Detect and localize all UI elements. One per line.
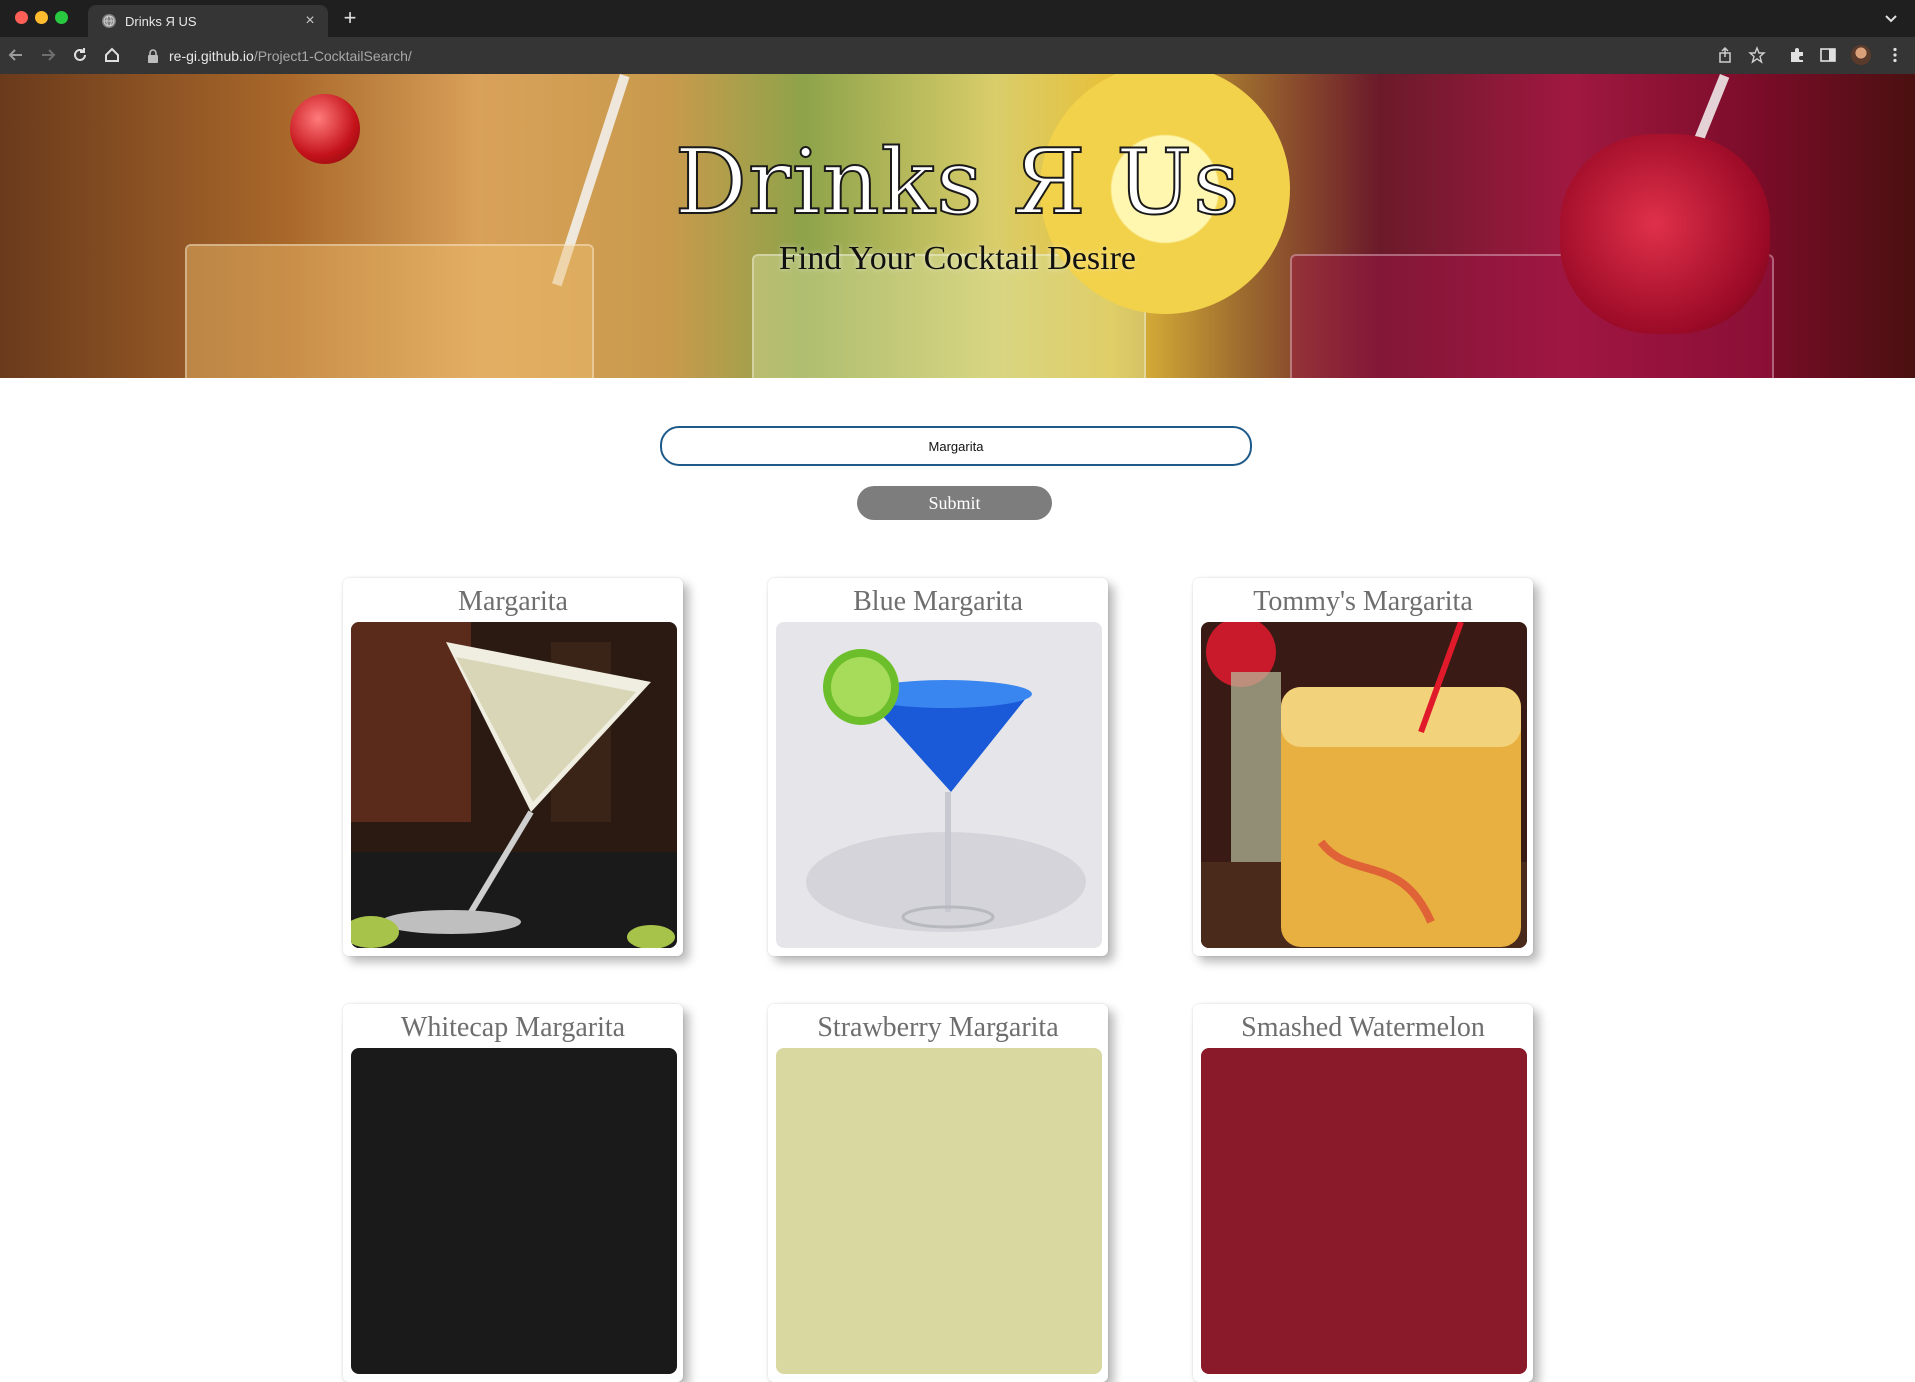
reload-icon[interactable] bbox=[70, 45, 90, 65]
address-bar[interactable]: re-gi.github.io/Project1-CocktailSearch/ bbox=[136, 40, 1915, 71]
extensions-puzzle-icon[interactable] bbox=[1788, 46, 1806, 64]
drink-photo[interactable] bbox=[1201, 622, 1527, 948]
drink-card[interactable]: Blue Margarita bbox=[768, 578, 1108, 956]
drink-card-title: Smashed Watermelon bbox=[1241, 1012, 1485, 1043]
drink-card-title: Whitecap Margarita bbox=[400, 1012, 626, 1043]
profile-avatar-icon[interactable] bbox=[1851, 45, 1871, 65]
drink-card[interactable]: Margarita bbox=[343, 578, 683, 956]
site-title: Drinks Я Us bbox=[674, 129, 1241, 236]
drink-photo[interactable] bbox=[351, 622, 677, 948]
globe-icon bbox=[102, 14, 116, 28]
browser-tab[interactable]: Drinks Я US × bbox=[88, 5, 328, 37]
drink-card-title: Tommy's Margarita bbox=[1253, 586, 1473, 617]
drink-card[interactable]: Whitecap Margarita bbox=[343, 1004, 683, 1382]
side-panel-icon[interactable] bbox=[1819, 46, 1837, 64]
new-tab-icon[interactable]: + bbox=[340, 7, 360, 29]
url-path: /Project1-CocktailSearch/ bbox=[253, 48, 412, 64]
page-content: Drinks Я Us Find Your Cocktail Desire Su… bbox=[0, 74, 1915, 1382]
drink-photo[interactable] bbox=[1201, 1048, 1527, 1374]
drink-card[interactable]: Tommy's Margarita bbox=[1193, 578, 1533, 956]
drink-card[interactable]: Strawberry Margarita bbox=[768, 1004, 1108, 1382]
drink-photo[interactable] bbox=[776, 622, 1102, 948]
forward-arrow-icon[interactable] bbox=[38, 45, 58, 65]
home-icon[interactable] bbox=[102, 45, 122, 65]
minimize-window-button[interactable] bbox=[35, 11, 48, 24]
kebab-menu-icon[interactable] bbox=[1886, 46, 1904, 64]
bookmark-star-icon[interactable] bbox=[1748, 46, 1766, 64]
drink-photo[interactable] bbox=[351, 1048, 677, 1374]
share-icon[interactable] bbox=[1716, 46, 1734, 64]
drink-photo[interactable] bbox=[776, 1048, 1102, 1374]
url-text[interactable]: re-gi.github.io/Project1-CocktailSearch/ bbox=[169, 48, 412, 64]
tab-search-chevron-icon[interactable] bbox=[1881, 8, 1901, 28]
cocktail-search-input[interactable] bbox=[660, 426, 1252, 466]
drink-card-title: Blue Margarita bbox=[853, 586, 1023, 617]
browser-tab-bar: Drinks Я US × + bbox=[0, 0, 1915, 37]
hero-banner: Drinks Я Us Find Your Cocktail Desire bbox=[0, 74, 1915, 378]
browser-toolbar: re-gi.github.io/Project1-CocktailSearch/ bbox=[0, 37, 1915, 74]
url-domain: re-gi.github.io bbox=[169, 48, 254, 64]
site-subtitle: Find Your Cocktail Desire bbox=[779, 240, 1136, 277]
drink-card-title: Margarita bbox=[458, 586, 568, 617]
close-tab-icon[interactable]: × bbox=[302, 13, 318, 29]
maximize-window-button[interactable] bbox=[55, 11, 68, 24]
tab-title: Drinks Я US bbox=[125, 13, 197, 29]
drink-card-title: Strawberry Margarita bbox=[817, 1012, 1059, 1043]
close-window-button[interactable] bbox=[15, 11, 28, 24]
submit-button[interactable]: Submit bbox=[857, 486, 1052, 520]
drink-card[interactable]: Smashed Watermelon bbox=[1193, 1004, 1533, 1382]
back-arrow-icon[interactable] bbox=[6, 45, 26, 65]
lock-icon[interactable] bbox=[147, 49, 159, 63]
